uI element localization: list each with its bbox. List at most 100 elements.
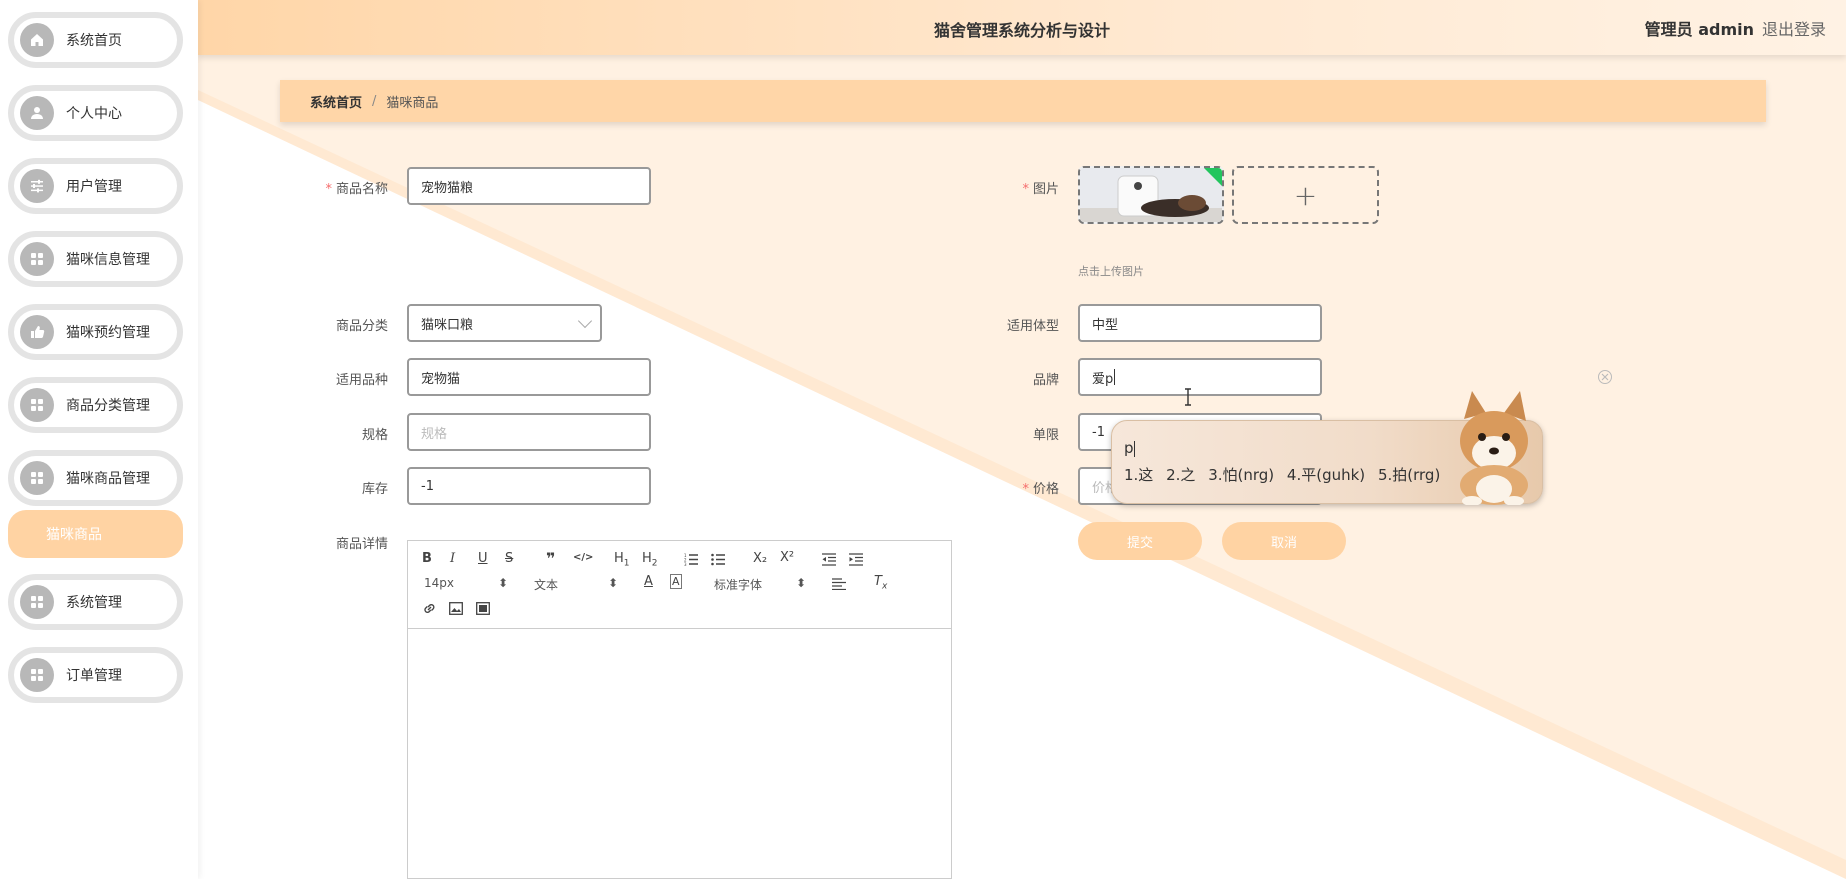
product-category-select[interactable]: 猫咪口粮: [407, 304, 602, 342]
updown-arrow-icon: ⬍: [498, 576, 509, 590]
sidebar-item-label: 猫咪预约管理: [66, 325, 150, 341]
upload-add-button[interactable]: +: [1232, 166, 1379, 224]
home-icon: [20, 23, 54, 57]
sidebar-item-cat-booking[interactable]: 猫咪预约管理: [8, 304, 183, 360]
sidebar-item-users[interactable]: 用户管理: [8, 158, 183, 214]
font-size-select[interactable]: 14px: [424, 576, 454, 590]
breadcrumb: 系统首页 / 猫咪商品: [280, 80, 1766, 122]
clear-circle-icon[interactable]: [1598, 370, 1612, 384]
text-cursor: [1114, 369, 1116, 385]
logout-button[interactable]: 退出登录: [1762, 16, 1826, 40]
sidebar-item-system[interactable]: 系统管理: [8, 574, 183, 630]
ime-typed-text: p: [1124, 439, 1135, 457]
stock-input[interactable]: -1: [407, 467, 651, 505]
sliders-icon: [20, 169, 54, 203]
underline-button[interactable]: U: [478, 551, 488, 566]
spec-label: 规格: [361, 428, 388, 443]
grid-icon: [20, 658, 54, 692]
indent-icon[interactable]: [849, 553, 863, 566]
sidebar-item-label: 系统首页: [66, 33, 122, 49]
plus-icon: +: [1293, 178, 1318, 212]
sidebar-item-label: 系统管理: [66, 595, 122, 611]
heading1-button[interactable]: H1: [614, 551, 630, 569]
breadcrumb-home[interactable]: 系统首页: [310, 92, 362, 111]
sidebar-item-label: 商品分类管理: [66, 398, 150, 414]
code-block-button[interactable]: </>: [573, 552, 593, 563]
product-image: [1080, 168, 1222, 222]
chevron-down-icon: [577, 313, 593, 329]
product-category-label: 商品分类: [335, 319, 388, 334]
block-format-select[interactable]: 文本: [534, 576, 558, 593]
brand-value: 爱p: [1092, 371, 1114, 387]
editor-toolbar: B I U S ❞ </> H1 H2 123 X₂ X² 14px ⬍ 文本 …: [408, 541, 951, 629]
font-color-button[interactable]: A: [644, 574, 653, 589]
brand-input[interactable]: 爱p: [1078, 358, 1322, 396]
size-label: 适用体型: [1006, 319, 1059, 334]
breed-input[interactable]: 宠物猫: [407, 358, 651, 396]
sidebar-item-product-category[interactable]: 商品分类管理: [8, 377, 183, 433]
product-name-label: * 商品名称: [325, 182, 388, 197]
updown-arrow-icon: ⬍: [608, 576, 619, 590]
uploaded-image-thumbnail[interactable]: [1078, 166, 1224, 224]
app-title: 猫舍管理系统分析与设计: [933, 21, 1110, 40]
svg-text:3: 3: [684, 562, 687, 566]
video-icon[interactable]: [476, 602, 490, 615]
thumb-icon: [20, 315, 54, 349]
submit-button[interactable]: 提交: [1078, 522, 1202, 560]
subscript-button[interactable]: X₂: [753, 551, 767, 566]
upload-tip: 点击上传图片: [1078, 265, 1144, 278]
ime-candidate[interactable]: 5.拍(rrg): [1378, 466, 1440, 484]
limit-label: 单限: [1032, 428, 1059, 443]
size-input[interactable]: 中型: [1078, 304, 1322, 342]
ime-candidate-popup: p 1.这 2.之 3.怕(nrg) 4.平(guhk) 5.拍(rrg): [1111, 391, 1543, 505]
sidebar-item-orders[interactable]: 订单管理: [8, 647, 183, 703]
strikethrough-button[interactable]: S: [505, 551, 513, 566]
ime-candidate[interactable]: 3.怕(nrg): [1208, 466, 1274, 484]
sidebar-item-home[interactable]: 系统首页: [8, 12, 183, 68]
grid-icon: [20, 242, 54, 276]
top-header: 猫舍管理系统分析与设计 管理员 admin 退出登录: [198, 0, 1846, 55]
heading2-button[interactable]: H2: [642, 551, 658, 569]
bullet-list-icon[interactable]: [711, 553, 725, 566]
sidebar: 系统首页 个人中心 用户管理 猫咪信息管理 猫咪预约管理 商品分类管理 猫咪商品…: [0, 0, 198, 879]
spec-input[interactable]: 规格: [407, 413, 651, 451]
ime-candidate[interactable]: 4.平(guhk): [1287, 466, 1365, 484]
superscript-button[interactable]: X²: [780, 550, 794, 565]
updown-arrow-icon: ⬍: [796, 576, 807, 590]
ordered-list-icon[interactable]: 123: [684, 553, 698, 566]
detail-label: 商品详情: [335, 537, 388, 552]
blockquote-button[interactable]: ❞: [546, 549, 555, 568]
sidebar-item-label: 猫咪商品管理: [66, 471, 150, 487]
sidebar-subitem-cat-product[interactable]: 猫咪商品: [8, 510, 183, 558]
brand-label: 品牌: [1032, 373, 1059, 388]
price-label: * 价格: [1022, 482, 1059, 497]
sidebar-item-cat-products[interactable]: 猫咪商品管理: [8, 450, 183, 506]
sidebar-item-label: 用户管理: [66, 179, 122, 195]
cancel-button[interactable]: 取消: [1222, 522, 1346, 560]
font-family-select[interactable]: 标准字体: [714, 576, 762, 593]
clear-format-button[interactable]: Tx: [874, 574, 887, 592]
ime-candidate[interactable]: 2.之: [1166, 466, 1195, 484]
sidebar-item-label: 猫咪信息管理: [66, 252, 150, 268]
rich-text-editor: B I U S ❞ </> H1 H2 123 X₂ X² 14px ⬍ 文本 …: [407, 540, 952, 879]
breed-label: 适用品种: [335, 373, 388, 388]
ime-candidate[interactable]: 1.这: [1124, 466, 1153, 484]
sidebar-item-profile[interactable]: 个人中心: [8, 85, 183, 141]
outdent-icon[interactable]: [822, 553, 836, 566]
bold-button[interactable]: B: [422, 551, 432, 566]
sidebar-item-label: 订单管理: [66, 668, 122, 684]
ime-candidate-list: 1.这 2.之 3.怕(nrg) 4.平(guhk) 5.拍(rrg): [1124, 464, 1448, 485]
shiba-dog-skin-image: [1460, 391, 1528, 505]
sidebar-item-cat-info[interactable]: 猫咪信息管理: [8, 231, 183, 287]
stock-label: 库存: [361, 482, 388, 497]
italic-button[interactable]: I: [450, 551, 455, 566]
product-category-value: 猫咪口粮: [421, 317, 474, 333]
product-name-input[interactable]: 宠物猫粮: [407, 167, 651, 205]
background-color-button[interactable]: A: [670, 574, 682, 589]
image-icon[interactable]: [449, 602, 463, 615]
sidebar-item-label: 个人中心: [66, 106, 122, 122]
admin-label: 管理员 admin: [1644, 20, 1754, 39]
breadcrumb-current: 猫咪商品: [386, 95, 439, 111]
align-left-icon[interactable]: [832, 578, 846, 590]
link-icon[interactable]: [422, 601, 437, 616]
